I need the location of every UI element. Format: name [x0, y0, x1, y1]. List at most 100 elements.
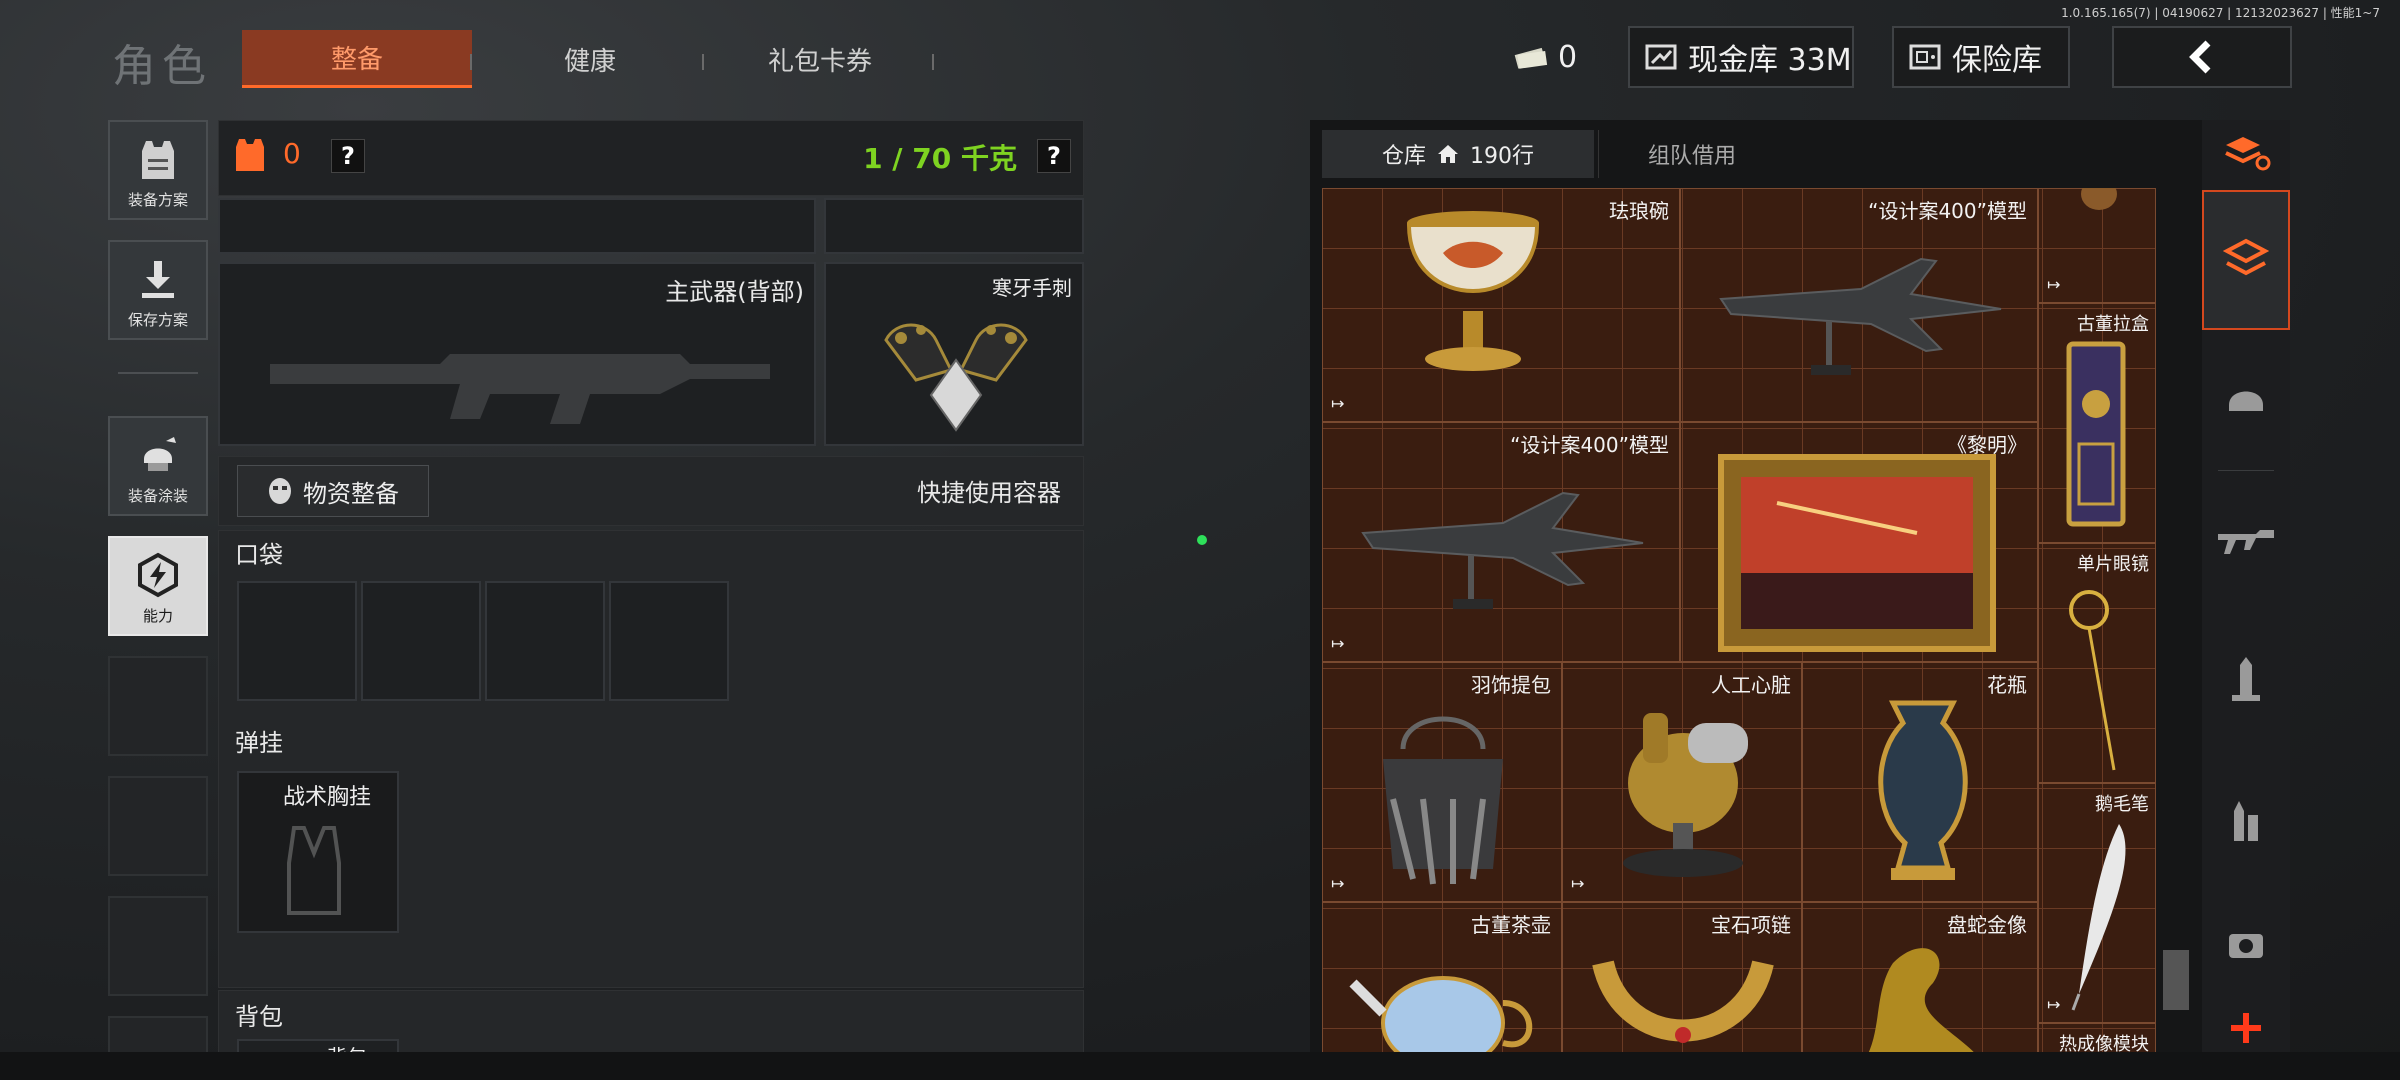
rifle-icon	[2218, 530, 2274, 554]
warehouse-item[interactable]: “设计案400”模型	[1680, 188, 2038, 422]
weight-indicator: 1 / 70 千克	[863, 142, 1017, 175]
helmet-slot[interactable]	[218, 198, 816, 254]
pockets-section: 口袋 弹挂 战术胸挂	[218, 530, 1084, 988]
pocket-slot[interactable]	[485, 581, 605, 701]
tab-loadout[interactable]: 整备	[242, 30, 472, 88]
rig-section-label: 弹挂	[235, 729, 283, 757]
quill-pen-icon	[2071, 824, 2126, 1011]
pocket-slot[interactable]	[361, 581, 481, 701]
page-title: 角色	[112, 41, 212, 92]
enamel-bowl-icon	[1406, 211, 1540, 371]
gem-necklace-icon	[1592, 960, 1774, 1043]
help-button[interactable]: ?	[331, 139, 365, 173]
item-move-icon: ↦	[1571, 874, 1585, 893]
filter-all-button[interactable]	[2202, 190, 2290, 330]
filter-ammo-button[interactable]	[2202, 610, 2290, 750]
warehouse-item[interactable]: “设计案400”模型 ↦	[1322, 422, 1680, 662]
empty-slot	[108, 656, 208, 756]
jet-model-icon	[1719, 257, 2002, 375]
item-name: 珐琅碗	[1609, 199, 1669, 223]
tab-health[interactable]: 健康	[480, 30, 700, 88]
item-move-icon: ↦	[1331, 874, 1345, 893]
rifle-silhouette-icon	[270, 354, 770, 424]
item-move-icon: ↦	[2047, 275, 2061, 294]
safe-button[interactable]: 保险库	[1892, 26, 2070, 88]
dawn-painting-icon	[1718, 454, 1996, 652]
plus-icon	[2231, 1013, 2261, 1043]
item-name: “设计案400”模型	[1868, 199, 2027, 223]
chest-rig-icon	[287, 826, 341, 915]
cash-count: 0	[1558, 39, 1578, 75]
safe-label: 保险库	[1952, 43, 2042, 78]
warehouse-item[interactable]: 单片眼镜	[2038, 543, 2156, 783]
warehouse-item[interactable]: 人工心脏 ↦	[1562, 662, 1802, 902]
filter-weapon-button[interactable]	[2202, 470, 2290, 610]
primary-weapon-slot[interactable]: 主武器(背部)	[218, 262, 816, 446]
filter-gadget-button[interactable]	[2202, 890, 2290, 1000]
item-name: 单片眼镜	[2077, 554, 2149, 575]
filter-bullets-button[interactable]	[2202, 750, 2290, 890]
item-name: “设计案400”模型	[1510, 433, 1669, 457]
back-button[interactable]	[2112, 26, 2292, 88]
warehouse-item[interactable]: 古董拉盒	[2038, 303, 2156, 543]
item-name: 古董茶壶	[1471, 913, 1551, 937]
download-arrow-icon	[142, 261, 174, 298]
bullets-icon	[2234, 801, 2258, 841]
help-label: ?	[1047, 142, 1061, 170]
item-name: 鹅毛笔	[2095, 794, 2149, 815]
warehouse-item[interactable]: 花瓶	[1802, 662, 2038, 902]
team-tab-label: 组队借用	[1647, 144, 1736, 169]
expand-storage-button[interactable]	[2202, 1000, 2290, 1056]
tab-team-borrow[interactable]: 组队借用	[1598, 130, 1785, 178]
warehouse-item[interactable]: 宝石项链	[1562, 902, 1802, 1060]
storage-rows: 190行	[1470, 144, 1534, 169]
item-name: 羽饰提包	[1471, 673, 1551, 697]
grid-scrollbar[interactable]	[2163, 950, 2189, 1010]
helmet-icon	[2229, 391, 2263, 411]
pocket-slot[interactable]	[609, 581, 729, 701]
monocle-icon	[2069, 590, 2116, 771]
pocket-label: 口袋	[235, 541, 283, 569]
tab-label: 健康	[563, 46, 616, 77]
box-arrow-icon	[2223, 238, 2269, 276]
version-info: 1.0.165.165(7) | 04190627 | 12132023627 …	[2061, 6, 2380, 20]
warehouse-item[interactable]: 羽饰提包 ↦	[1322, 662, 1562, 902]
ability-button[interactable]: 能力	[108, 536, 208, 636]
warehouse-grid[interactable]: 珐琅碗 ↦ “设计案400”模型 ↦ 古董拉盒 “设计案400”模型 ↦ 《黎明…	[1322, 188, 2156, 1060]
filter-helmet-button[interactable]	[2202, 330, 2290, 470]
sidebar-divider	[118, 372, 198, 374]
refresh-sort-button[interactable]	[2202, 120, 2290, 186]
tab-storage[interactable]: 仓库 190行	[1322, 130, 1594, 178]
tab-gift-cards[interactable]: 礼包卡券	[710, 30, 930, 88]
warehouse-item[interactable]: 盘蛇金像	[1802, 902, 2038, 1060]
armor-vest-icon	[142, 141, 174, 179]
warehouse-item[interactable]: 珐琅碗 ↦	[1322, 188, 1680, 422]
helmet-paint-icon	[144, 437, 176, 471]
artificial-heart-icon	[1623, 713, 1748, 877]
cash-vault-button[interactable]: 现金库 33M	[1628, 26, 1854, 88]
equipment-skin-button[interactable]: 装备涂装	[108, 416, 208, 516]
item-move-icon: ↦	[2047, 995, 2061, 1014]
layers-refresh-icon	[2225, 137, 2271, 171]
warehouse-item[interactable]: 《黎明》	[1680, 422, 2038, 662]
cash-vault-label: 现金库 33M	[1688, 43, 1852, 78]
pocket-slot[interactable]	[237, 581, 357, 701]
storage-tab-label: 仓库	[1381, 144, 1426, 169]
tactical-rig-slot[interactable]: 战术胸挂	[237, 771, 399, 933]
item-move-icon: ↦	[1331, 634, 1345, 653]
save-plan-button[interactable]: 保存方案	[108, 240, 208, 340]
melee-slot[interactable]: 寒牙手刺	[824, 262, 1084, 446]
sidebar-label: 保存方案	[127, 311, 188, 329]
warehouse-item[interactable]: 古董茶壶	[1322, 902, 1562, 1060]
sidebar-label: 装备方案	[127, 191, 188, 209]
gadget-icon	[2229, 934, 2263, 958]
warehouse-item[interactable]: ↦	[2038, 188, 2156, 303]
cash-counter: 0	[1500, 26, 1590, 88]
loadout-plan-button[interactable]: 装备方案	[108, 120, 208, 220]
quick-container-label[interactable]: 快捷使用容器	[917, 473, 1061, 508]
warehouse-item[interactable]: 鹅毛笔 ↦	[2038, 783, 2156, 1023]
empty-slot	[108, 776, 208, 876]
weight-help-button[interactable]: ?	[1037, 139, 1071, 173]
supplies-button[interactable]: 物资整备	[237, 465, 429, 517]
armor-slot[interactable]	[824, 198, 1084, 254]
